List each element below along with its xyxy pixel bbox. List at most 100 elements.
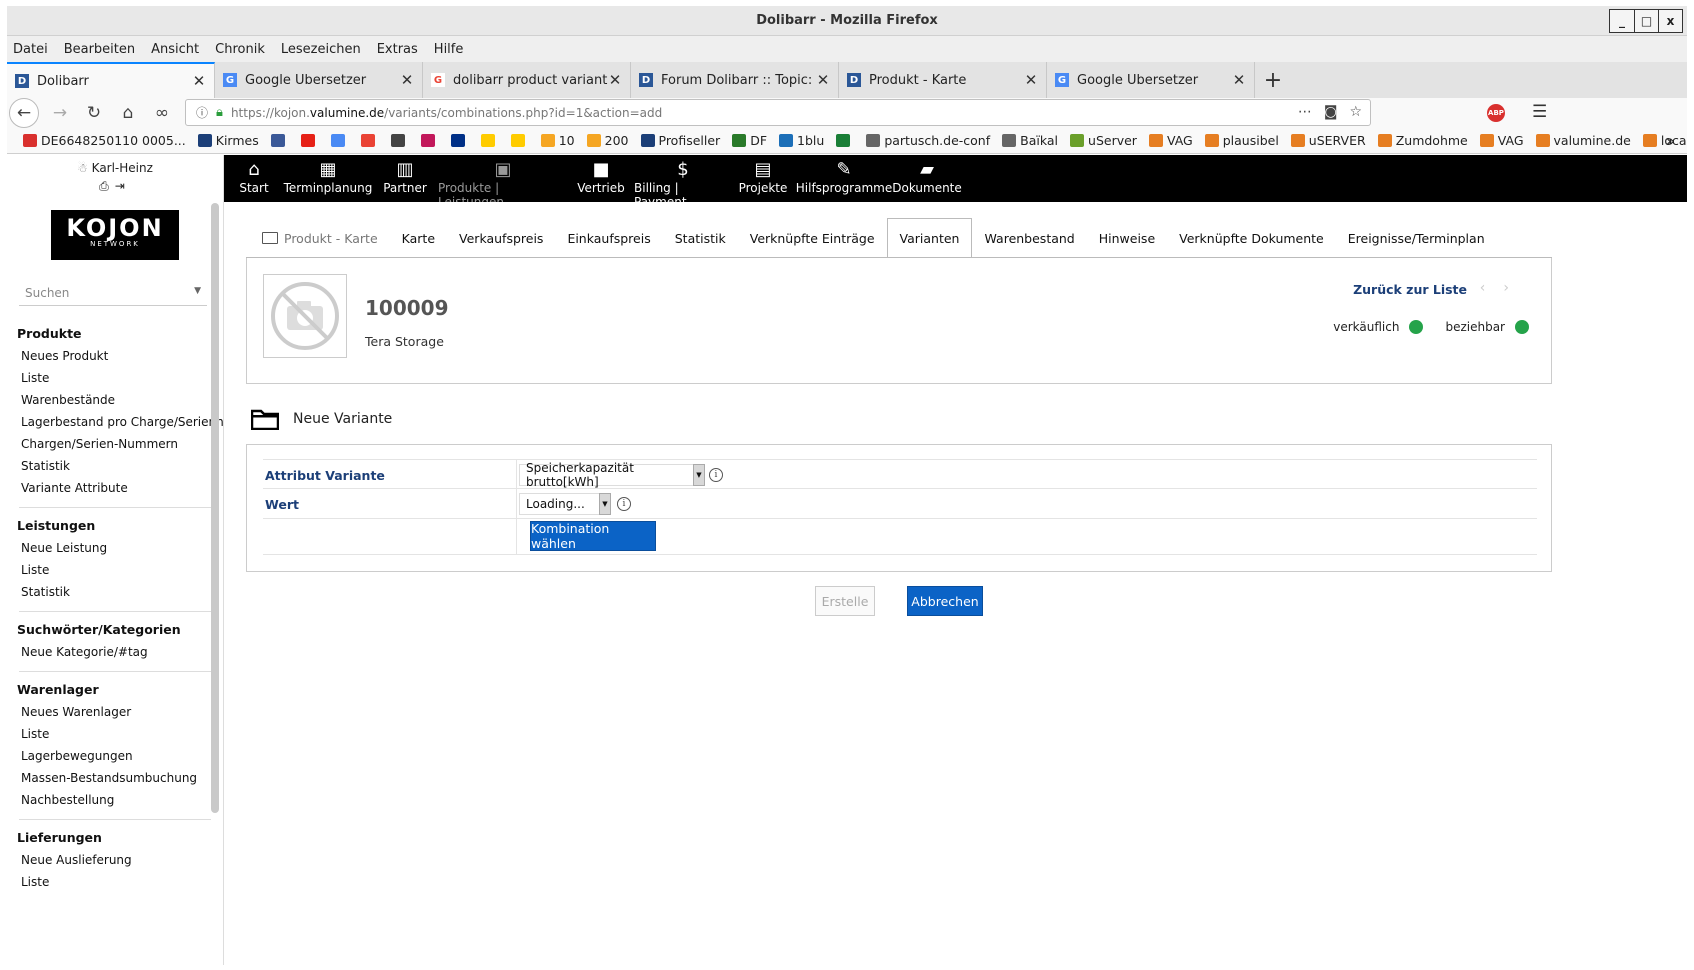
bookmark-item[interactable]: 10	[540, 133, 575, 148]
info-icon[interactable]: ⓘ	[196, 104, 208, 121]
close-window-button[interactable]: x	[1658, 10, 1682, 32]
reload-button[interactable]: ↻	[77, 103, 111, 123]
adblock-icon[interactable]: ABP	[1487, 104, 1505, 122]
close-tab-icon[interactable]: ✕	[192, 72, 206, 90]
sidebar-search-select[interactable]: Suchen ▼	[19, 280, 207, 306]
info-icon[interactable]: i	[617, 497, 631, 511]
company-logo[interactable]: KOJON NETWORK	[51, 210, 179, 260]
bookmark-item[interactable]: DE6648250110 0005...	[23, 133, 186, 148]
private-mask-button[interactable]: ∞	[145, 103, 179, 123]
new-tab-button[interactable]: +	[1255, 62, 1291, 98]
bookmark-item[interactable]: Baïkal	[1002, 133, 1058, 148]
bookmark-item[interactable]	[270, 134, 289, 147]
bookmark-item[interactable]	[390, 134, 409, 147]
pocket-icon[interactable]: ◙	[1324, 104, 1338, 120]
choose-combination-button[interactable]: Kombination wählen	[530, 521, 656, 551]
sidebar-menu-item[interactable]: Liste	[7, 727, 223, 741]
topmenu-1[interactable]: ⌂ Start	[224, 155, 284, 202]
bookmark-item[interactable]	[360, 134, 379, 147]
menu-lesezeichen[interactable]: Lesezeichen	[281, 42, 361, 57]
tab-karte[interactable]: Karte	[390, 218, 447, 258]
sidebar-menu-item[interactable]: Lagerbewegungen	[7, 749, 223, 763]
tab-verknüpfte-dokumente[interactable]: Verknüpfte Dokumente	[1167, 218, 1336, 258]
sidebar-section-title[interactable]: Suchwörter/Kategorien	[7, 622, 223, 637]
page-actions-icon[interactable]: ⋯	[1298, 104, 1312, 120]
minimize-button[interactable]: _	[1610, 10, 1634, 32]
bookmark-item[interactable]: uSERVER	[1290, 133, 1366, 148]
print-icon[interactable]: ⎙	[99, 179, 115, 193]
bookmark-item[interactable]: 1blu	[779, 133, 824, 148]
sidebar-menu-item[interactable]: Warenbestände	[7, 393, 223, 407]
sidebar-section-title[interactable]: Warenlager	[7, 682, 223, 697]
tab-verkaufspreis[interactable]: Verkaufspreis	[447, 218, 555, 258]
tab-statistik[interactable]: Statistik	[663, 218, 738, 258]
bookmark-star-icon[interactable]: ☆	[1349, 104, 1362, 120]
menu-ansicht[interactable]: Ansicht	[151, 42, 199, 57]
sidebar-menu-item[interactable]: Neue Leistung	[7, 541, 223, 555]
menu-extras[interactable]: Extras	[377, 42, 418, 57]
browser-tab[interactable]: G Google Übersetzer ✕	[1047, 62, 1255, 98]
bookmark-item[interactable]: VAG	[1148, 133, 1193, 148]
bookmark-item[interactable]: Kirmes	[197, 133, 259, 148]
sidebar-menu-item[interactable]: Neue Auslieferung	[7, 853, 223, 867]
back-button[interactable]: ←	[9, 98, 39, 128]
bookmark-item[interactable]	[836, 134, 854, 147]
home-button[interactable]: ⌂	[111, 103, 145, 123]
tab-warenbestand[interactable]: Warenbestand	[972, 218, 1086, 258]
bookmark-item[interactable]: VAG	[1479, 133, 1524, 148]
sidebar-menu-item[interactable]: Statistik	[7, 459, 223, 473]
attribute-select[interactable]: Speicherkapazität brutto[kWh] ▼	[519, 461, 705, 489]
topmenu-9[interactable]: ▰ Dokumente	[892, 155, 962, 202]
topmenu-5[interactable]: ■ Vertrieb	[568, 155, 634, 202]
bookmark-item[interactable]	[330, 134, 349, 147]
more-bookmarks-icon[interactable]: »	[1666, 132, 1675, 150]
user-name-link[interactable]: ☃ Karl-Heinz	[7, 161, 223, 175]
sidebar-section-title[interactable]: Produkte	[7, 326, 223, 341]
close-tab-icon[interactable]: ✕	[816, 71, 830, 89]
topmenu-8[interactable]: ✎ Hilfsprogramme	[794, 155, 894, 202]
back-to-list-link[interactable]: Zurück zur Liste	[1353, 282, 1467, 297]
topmenu-7[interactable]: ▤ Projekte	[732, 155, 794, 202]
menu-chronik[interactable]: Chronik	[215, 42, 265, 57]
browser-tab[interactable]: Gdolibarr product variant valu✕	[423, 62, 631, 98]
browser-tab[interactable]: D Dolibarr ✕	[7, 62, 215, 98]
sidebar-menu-item[interactable]: Liste	[7, 371, 223, 385]
tab-ereignisse-terminplan[interactable]: Ereignisse/Terminplan	[1336, 218, 1497, 258]
close-tab-icon[interactable]: ✕	[1024, 71, 1038, 89]
hamburger-menu-icon[interactable]: ☰	[1532, 102, 1547, 122]
status-sell-indicator[interactable]	[1409, 320, 1424, 334]
url-bar[interactable]: ⓘ 🔒︎ https://kojon. valumine.de/variants/…	[185, 99, 1371, 126]
bookmark-item[interactable]: plausibel	[1204, 133, 1279, 148]
logout-icon[interactable]: ⇥	[115, 179, 131, 193]
browser-tab[interactable]: D Forum Dolibarr :: Topic: How✕	[631, 62, 839, 98]
bookmark-item[interactable]	[450, 134, 469, 147]
tab-varianten[interactable]: Varianten	[886, 218, 973, 258]
sidebar-menu-item[interactable]: Chargen/Serien-Nummern	[7, 437, 223, 451]
forward-button[interactable]: →	[43, 103, 77, 123]
maximize-button[interactable]: □	[1634, 10, 1658, 32]
tab-hinweise[interactable]: Hinweise	[1087, 218, 1167, 258]
menu-datei[interactable]: Datei	[13, 42, 48, 57]
chevron-left-icon[interactable]: ‹	[1480, 280, 1504, 296]
bookmark-item[interactable]	[300, 134, 319, 147]
sidebar-section-title[interactable]: Leistungen	[7, 518, 223, 533]
info-icon[interactable]: i	[709, 468, 723, 482]
sidebar-menu-item[interactable]: Statistik	[7, 585, 223, 599]
sidebar-menu-item[interactable]: Nachbestellung	[7, 793, 223, 807]
cancel-button[interactable]: Abbrechen	[907, 586, 983, 616]
bookmark-item[interactable]	[480, 134, 499, 147]
menu-bearbeiten[interactable]: Bearbeiten	[64, 42, 135, 57]
status-buy-indicator[interactable]	[1515, 320, 1529, 334]
close-tab-icon[interactable]: ✕	[400, 71, 414, 89]
tab-einkaufspreis[interactable]: Einkaufspreis	[555, 218, 662, 258]
chevron-right-icon[interactable]: ›	[1503, 280, 1527, 296]
bookmark-item[interactable]: DF	[732, 133, 767, 148]
bookmark-item[interactable]: Profiseller	[640, 133, 720, 148]
sidebar-menu-item[interactable]: Neues Produkt	[7, 349, 223, 363]
sidebar-menu-item[interactable]: Liste	[7, 875, 223, 889]
menu-hilfe[interactable]: Hilfe	[434, 42, 464, 57]
create-button[interactable]: Erstelle	[815, 586, 875, 616]
bookmark-item[interactable]: Zumdohme	[1377, 133, 1468, 148]
topmenu-4[interactable]: ▣Produkte | Leistungen	[438, 155, 568, 209]
sidebar-scrollbar[interactable]	[211, 203, 219, 813]
